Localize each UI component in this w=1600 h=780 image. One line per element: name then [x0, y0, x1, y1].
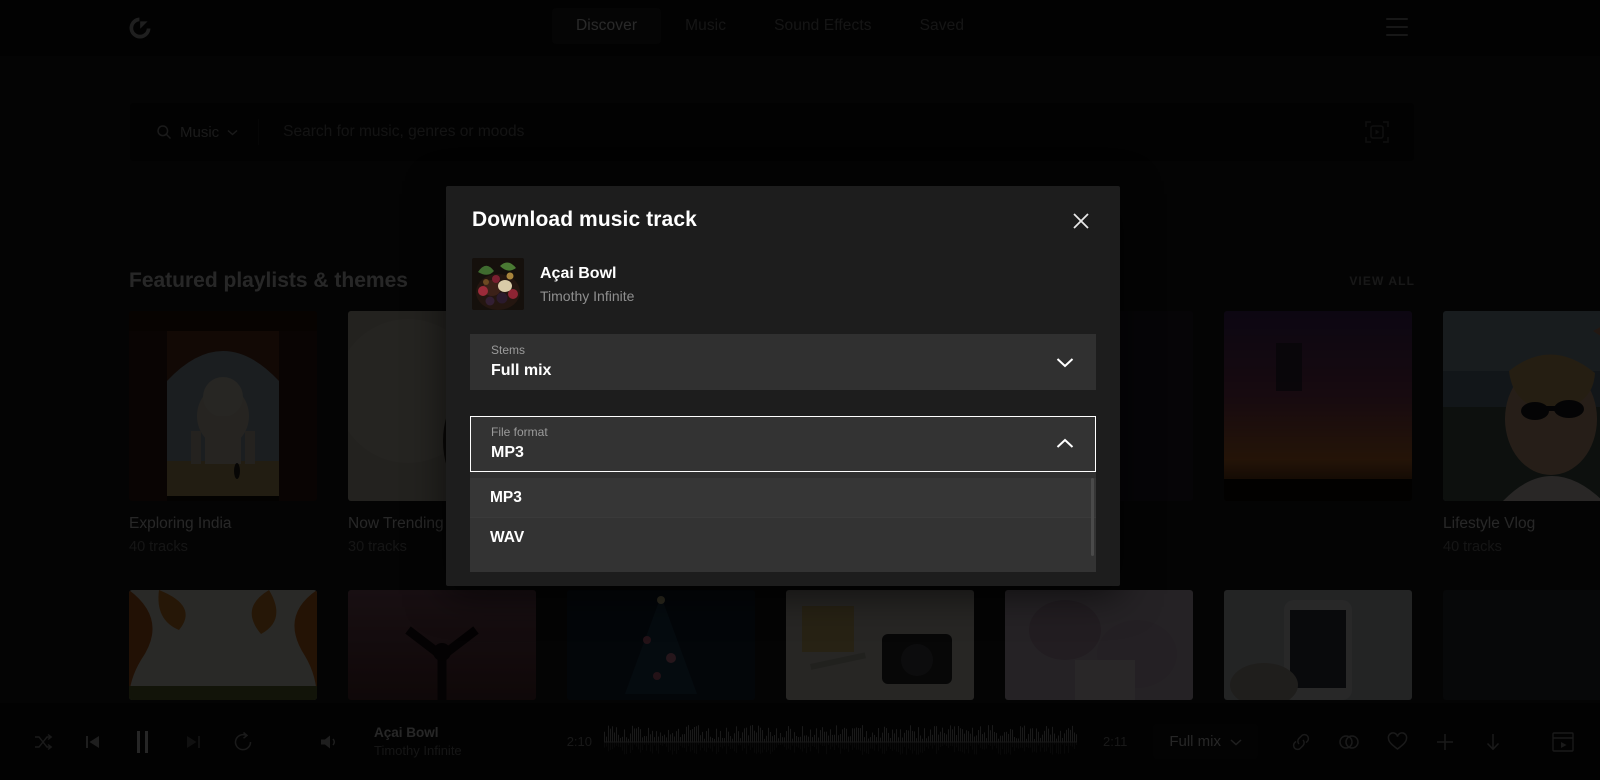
file-format-option-mp3[interactable]: MP3: [470, 478, 1096, 518]
file-format-select-label: File format: [491, 424, 548, 439]
chevron-down-icon: [1055, 356, 1075, 368]
close-button[interactable]: [1068, 208, 1094, 234]
dropdown-scrollbar[interactable]: [1091, 478, 1094, 556]
chevron-up-icon: [1055, 438, 1075, 450]
acai-bowl-artwork: [472, 258, 524, 310]
stems-select[interactable]: Stems Full mix: [470, 334, 1096, 390]
dropdown-padding: [470, 558, 1096, 572]
modal-track-info: Açai Bowl Timothy Infinite: [446, 234, 1120, 310]
modal-track-artist: Timothy Infinite: [540, 287, 635, 304]
file-format-option-wav[interactable]: WAV: [470, 518, 1096, 558]
download-music-track-modal: Download music track Açai Bowl Timothy I…: [446, 186, 1120, 586]
close-icon: [1070, 210, 1092, 232]
file-format-select[interactable]: File format MP3: [470, 416, 1096, 472]
file-format-select-value: MP3: [491, 444, 524, 462]
stems-select-value: Full mix: [491, 362, 552, 380]
modal-track-title: Açai Bowl: [540, 264, 617, 282]
file-format-dropdown: MP3 WAV: [470, 472, 1096, 572]
modal-header: Download music track: [446, 186, 1120, 234]
stems-select-label: Stems: [491, 342, 526, 357]
modal-title: Download music track: [472, 208, 697, 231]
